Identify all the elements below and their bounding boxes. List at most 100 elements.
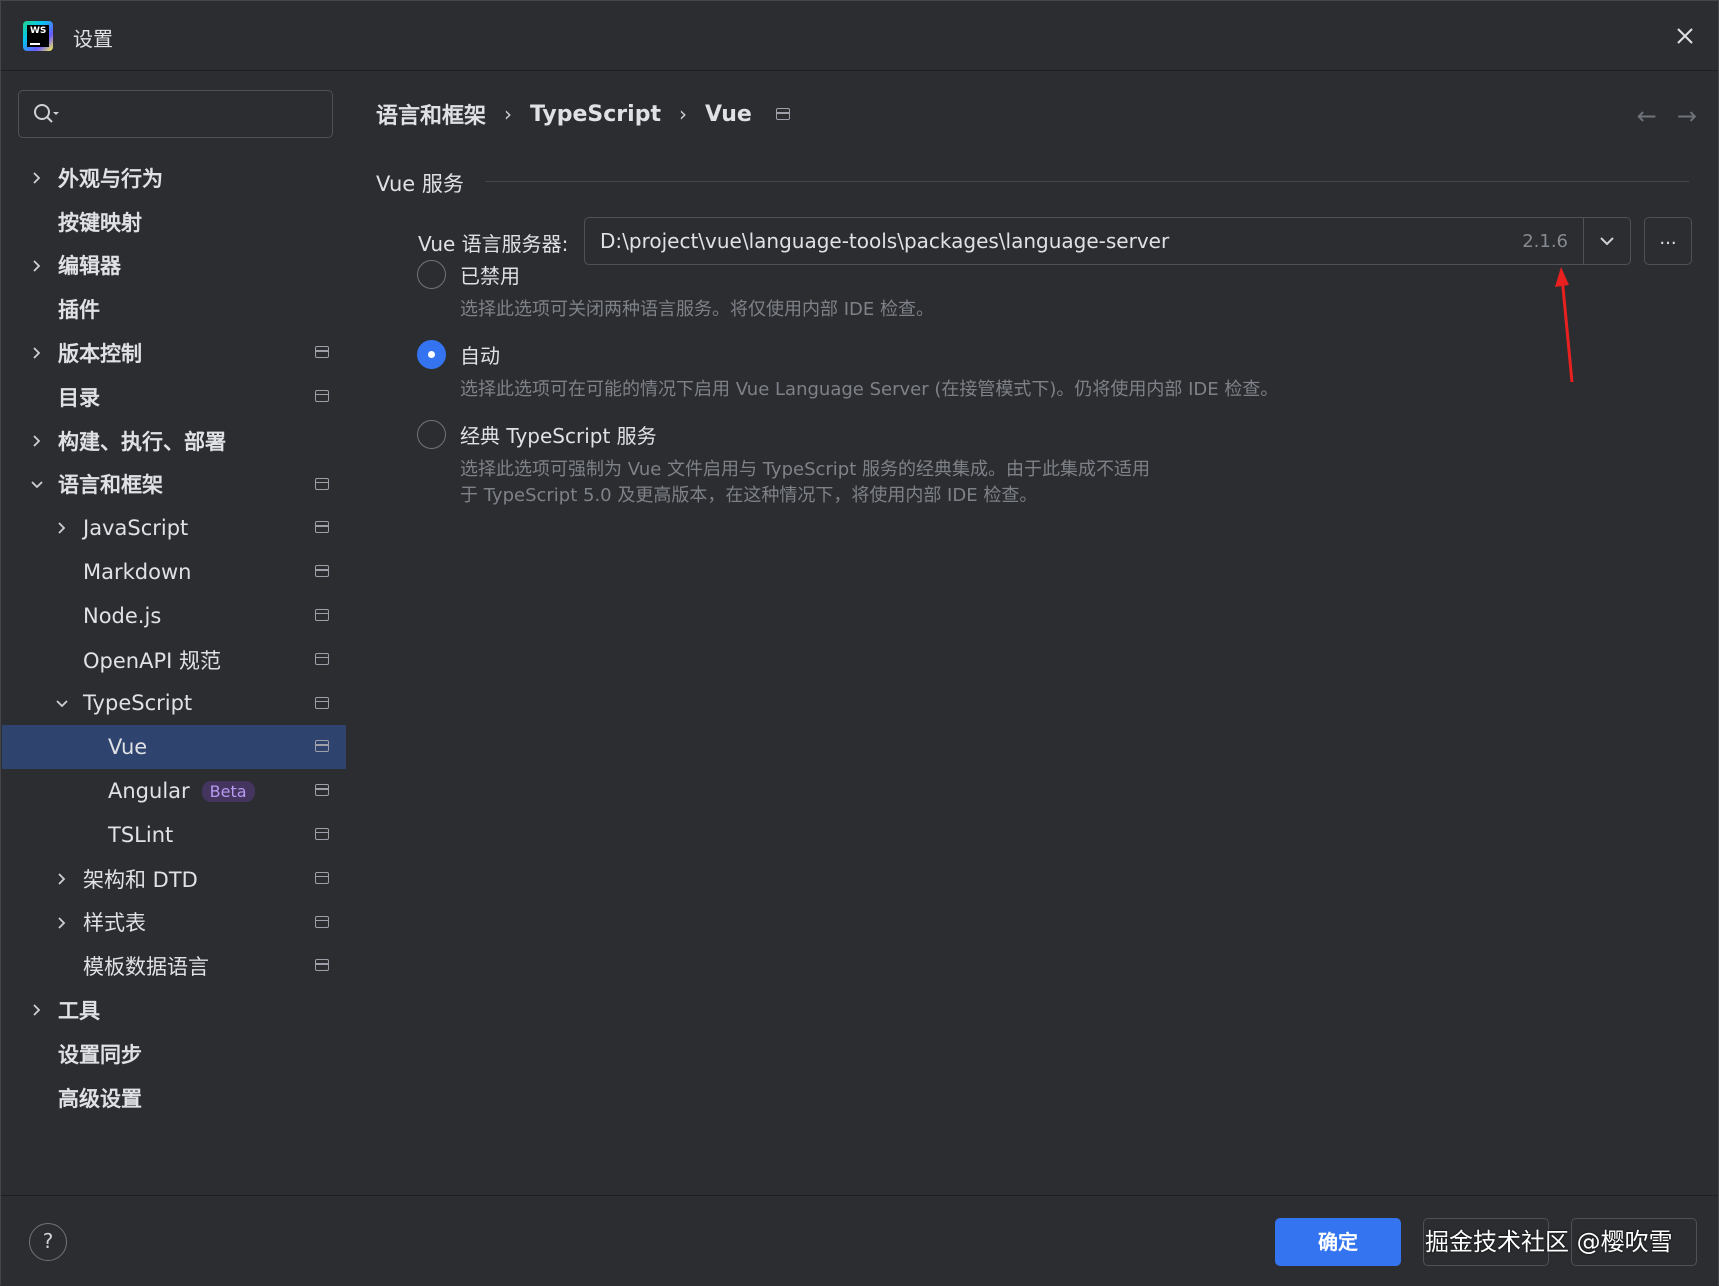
chevron-down-icon bbox=[1600, 237, 1614, 246]
sidebar-item[interactable]: 架构和 DTD bbox=[2, 857, 346, 901]
chevron-right-icon[interactable] bbox=[30, 171, 44, 185]
project-settings-icon bbox=[315, 871, 329, 884]
sidebar-item[interactable]: 插件 bbox=[2, 287, 346, 331]
browse-button[interactable]: ... bbox=[1644, 217, 1692, 265]
sidebar-item[interactable]: Node.js bbox=[2, 594, 346, 638]
sidebar-item[interactable]: Markdown bbox=[2, 550, 346, 594]
sidebar-item-label: Node.js bbox=[83, 603, 162, 628]
watermark: 掘金技术社区 @樱吹雪 bbox=[1425, 1228, 1673, 1256]
sidebar-item[interactable]: 工具 bbox=[2, 988, 346, 1032]
dialog-footer: ? 确定 掘金技术社区 @樱吹雪 bbox=[1, 1195, 1718, 1286]
section-divider bbox=[485, 181, 1689, 182]
project-settings-icon bbox=[315, 608, 329, 621]
sidebar-item[interactable]: 编辑器 bbox=[2, 244, 346, 288]
sidebar-item[interactable]: 样式表 bbox=[2, 901, 346, 945]
sidebar-item[interactable]: OpenAPI 规范 bbox=[2, 638, 346, 682]
description-line: 选择此选项可关闭两种语言服务。将仅使用内部 IDE 检查。 bbox=[460, 299, 934, 320]
project-settings-icon bbox=[315, 346, 329, 359]
sidebar-item-label: Markdown bbox=[83, 560, 192, 585]
sidebar-item[interactable]: Vue bbox=[2, 725, 346, 770]
project-settings-icon bbox=[315, 827, 329, 840]
radio-button[interactable] bbox=[417, 420, 446, 449]
navigation-arrows: ← → bbox=[1637, 102, 1697, 130]
search-input[interactable] bbox=[71, 99, 321, 129]
beta-badge: Beta bbox=[201, 780, 255, 802]
sidebar-item[interactable]: TypeScript bbox=[2, 682, 346, 726]
chevron-right-icon[interactable] bbox=[30, 259, 44, 273]
sidebar-item-label: 版本控制 bbox=[58, 342, 142, 367]
sidebar-item[interactable]: 外观与行为 bbox=[2, 156, 346, 200]
sidebar-item[interactable]: 版本控制 bbox=[2, 331, 346, 375]
sidebar-item[interactable]: 目录 bbox=[2, 375, 346, 419]
breadcrumb-separator: › bbox=[678, 102, 687, 126]
section-title: Vue 服务 bbox=[376, 172, 464, 196]
server-path-value: D:\project\vue\language-tools\packages\l… bbox=[600, 229, 1170, 253]
sidebar-item-label: 高级设置 bbox=[58, 1086, 142, 1111]
sidebar-item-label: TSLint bbox=[108, 822, 174, 847]
radio-button[interactable] bbox=[417, 260, 446, 289]
sidebar-item[interactable]: 语言和框架 bbox=[2, 463, 346, 507]
annotation-arrow bbox=[1555, 267, 1574, 383]
chevron-right-icon[interactable] bbox=[30, 434, 44, 448]
sidebar-item[interactable]: 高级设置 bbox=[2, 1076, 346, 1120]
dialog-title: 设置 bbox=[73, 27, 113, 51]
project-settings-icon bbox=[315, 696, 329, 709]
sidebar-item-label: 架构和 DTD bbox=[83, 867, 198, 892]
close-icon[interactable] bbox=[1670, 21, 1700, 51]
search-icon bbox=[34, 104, 59, 123]
sidebar-item-label: 按键映射 bbox=[58, 210, 142, 235]
sidebar-item[interactable]: 按键映射 bbox=[2, 200, 346, 244]
breadcrumb-item-typescript[interactable]: TypeScript bbox=[530, 102, 661, 127]
sidebar-item-label: 外观与行为 bbox=[58, 166, 163, 191]
back-arrow-icon[interactable]: ← bbox=[1637, 102, 1657, 130]
sidebar-item[interactable]: Angular Beta bbox=[2, 769, 346, 813]
sidebar-item[interactable]: JavaScript bbox=[2, 506, 346, 550]
sidebar-item[interactable]: 模板数据语言 bbox=[2, 944, 346, 988]
sidebar-item[interactable]: 构建、执行、部署 bbox=[2, 419, 346, 463]
radio-button[interactable] bbox=[417, 340, 446, 369]
chevron-down-icon[interactable] bbox=[55, 697, 69, 711]
chevron-right-icon[interactable] bbox=[55, 872, 69, 886]
project-settings-icon bbox=[315, 521, 329, 534]
sidebar-item-label: 样式表 bbox=[83, 911, 146, 936]
settings-sidebar: 外观与行为按键映射编辑器插件版本控制目录构建、执行、部署 语言和框架 JavaScr… bbox=[2, 72, 346, 1195]
sidebar-item-label: 目录 bbox=[58, 385, 100, 410]
ok-button[interactable]: 确定 bbox=[1275, 1218, 1401, 1266]
sidebar-item-label: TypeScript bbox=[83, 691, 193, 716]
project-settings-icon bbox=[315, 389, 329, 402]
help-icon[interactable]: ? bbox=[29, 1223, 67, 1261]
description-line: 选择此选项可强制为 Vue 文件启用与 TypeScript 服务的经典集成。由… bbox=[460, 459, 1151, 480]
project-settings-icon bbox=[315, 784, 329, 797]
chevron-right-icon[interactable] bbox=[30, 346, 44, 360]
sidebar-item[interactable]: TSLint bbox=[2, 813, 346, 857]
radio-option[interactable]: 已禁用 bbox=[417, 260, 520, 289]
radio-label: 已禁用 bbox=[460, 264, 520, 288]
project-settings-icon bbox=[775, 108, 790, 120]
sidebar-item-label: Vue bbox=[108, 735, 148, 760]
radio-option[interactable]: 经典 TypeScript 服务 bbox=[417, 420, 657, 449]
sidebar-item-label: Angular bbox=[108, 779, 190, 804]
project-settings-icon bbox=[315, 959, 329, 972]
sidebar-item-label: 编辑器 bbox=[58, 254, 121, 279]
dropdown-button[interactable] bbox=[1583, 218, 1630, 264]
radio-label: 自动 bbox=[460, 344, 500, 368]
sidebar-item[interactable]: 设置同步 bbox=[2, 1032, 346, 1076]
chevron-right-icon[interactable] bbox=[30, 1003, 44, 1017]
breadcrumb-item-languages[interactable]: 语言和框架 bbox=[376, 98, 486, 130]
server-path-combobox[interactable]: D:\project\vue\language-tools\packages\l… bbox=[584, 217, 1631, 265]
breadcrumb-separator: › bbox=[504, 102, 513, 126]
sidebar-item-label: 设置同步 bbox=[58, 1042, 142, 1067]
chevron-right-icon[interactable] bbox=[55, 916, 69, 930]
settings-search[interactable] bbox=[18, 90, 333, 138]
project-settings-icon bbox=[315, 477, 329, 490]
project-settings-icon bbox=[315, 565, 329, 578]
forward-arrow-icon[interactable]: → bbox=[1677, 102, 1697, 130]
chevron-right-icon[interactable] bbox=[55, 521, 69, 535]
sidebar-item-label: JavaScript bbox=[83, 516, 189, 541]
radio-label: 经典 TypeScript 服务 bbox=[460, 424, 657, 448]
webstorm-logo-icon: WS bbox=[23, 21, 53, 51]
description-line: 选择此选项可在可能的情况下启用 Vue Language Server (在接管… bbox=[460, 379, 1279, 400]
radio-option[interactable]: 自动 bbox=[417, 340, 500, 369]
server-label: Vue 语言服务器: bbox=[418, 232, 569, 256]
chevron-down-icon[interactable] bbox=[30, 478, 44, 492]
